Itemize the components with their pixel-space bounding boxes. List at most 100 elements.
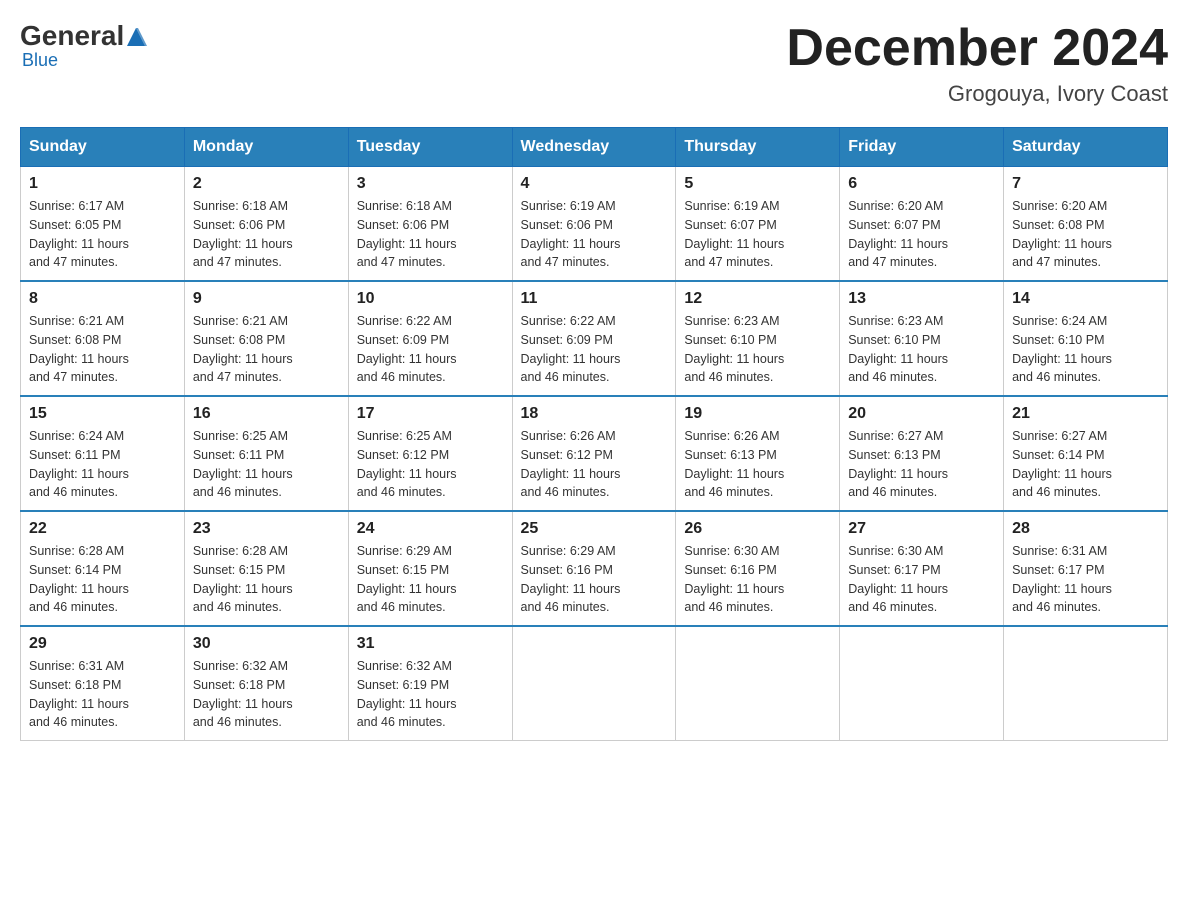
day-info: Sunrise: 6:31 AM Sunset: 6:18 PM Dayligh… bbox=[29, 657, 176, 732]
day-info: Sunrise: 6:23 AM Sunset: 6:10 PM Dayligh… bbox=[848, 312, 995, 387]
header-friday: Friday bbox=[840, 128, 1004, 167]
calendar-cell bbox=[676, 626, 840, 741]
calendar-table: SundayMondayTuesdayWednesdayThursdayFrid… bbox=[20, 127, 1168, 741]
day-number: 16 bbox=[193, 405, 340, 423]
day-info: Sunrise: 6:18 AM Sunset: 6:06 PM Dayligh… bbox=[357, 197, 504, 272]
day-number: 11 bbox=[521, 290, 668, 308]
header-saturday: Saturday bbox=[1004, 128, 1168, 167]
calendar-cell: 27 Sunrise: 6:30 AM Sunset: 6:17 PM Dayl… bbox=[840, 511, 1004, 626]
day-info: Sunrise: 6:26 AM Sunset: 6:12 PM Dayligh… bbox=[521, 427, 668, 502]
day-info: Sunrise: 6:18 AM Sunset: 6:06 PM Dayligh… bbox=[193, 197, 340, 272]
week-row-2: 8 Sunrise: 6:21 AM Sunset: 6:08 PM Dayli… bbox=[21, 281, 1168, 396]
day-info: Sunrise: 6:30 AM Sunset: 6:16 PM Dayligh… bbox=[684, 542, 831, 617]
day-number: 23 bbox=[193, 520, 340, 538]
day-number: 24 bbox=[357, 520, 504, 538]
day-info: Sunrise: 6:21 AM Sunset: 6:08 PM Dayligh… bbox=[193, 312, 340, 387]
day-number: 6 bbox=[848, 175, 995, 193]
calendar-cell: 19 Sunrise: 6:26 AM Sunset: 6:13 PM Dayl… bbox=[676, 396, 840, 511]
calendar-cell bbox=[512, 626, 676, 741]
day-info: Sunrise: 6:20 AM Sunset: 6:07 PM Dayligh… bbox=[848, 197, 995, 272]
calendar-cell: 13 Sunrise: 6:23 AM Sunset: 6:10 PM Dayl… bbox=[840, 281, 1004, 396]
calendar-cell: 14 Sunrise: 6:24 AM Sunset: 6:10 PM Dayl… bbox=[1004, 281, 1168, 396]
calendar-cell: 18 Sunrise: 6:26 AM Sunset: 6:12 PM Dayl… bbox=[512, 396, 676, 511]
location: Grogouya, Ivory Coast bbox=[786, 81, 1168, 107]
calendar-cell: 11 Sunrise: 6:22 AM Sunset: 6:09 PM Dayl… bbox=[512, 281, 676, 396]
calendar-cell: 16 Sunrise: 6:25 AM Sunset: 6:11 PM Dayl… bbox=[184, 396, 348, 511]
day-number: 28 bbox=[1012, 520, 1159, 538]
day-info: Sunrise: 6:25 AM Sunset: 6:12 PM Dayligh… bbox=[357, 427, 504, 502]
calendar-cell: 31 Sunrise: 6:32 AM Sunset: 6:19 PM Dayl… bbox=[348, 626, 512, 741]
page-header: General Blue December 2024 Grogouya, Ivo… bbox=[20, 20, 1168, 107]
day-info: Sunrise: 6:29 AM Sunset: 6:15 PM Dayligh… bbox=[357, 542, 504, 617]
day-info: Sunrise: 6:27 AM Sunset: 6:14 PM Dayligh… bbox=[1012, 427, 1159, 502]
day-info: Sunrise: 6:25 AM Sunset: 6:11 PM Dayligh… bbox=[193, 427, 340, 502]
day-number: 22 bbox=[29, 520, 176, 538]
calendar-cell: 5 Sunrise: 6:19 AM Sunset: 6:07 PM Dayli… bbox=[676, 167, 840, 282]
day-number: 9 bbox=[193, 290, 340, 308]
calendar-cell: 21 Sunrise: 6:27 AM Sunset: 6:14 PM Dayl… bbox=[1004, 396, 1168, 511]
day-number: 7 bbox=[1012, 175, 1159, 193]
header-thursday: Thursday bbox=[676, 128, 840, 167]
calendar-cell: 24 Sunrise: 6:29 AM Sunset: 6:15 PM Dayl… bbox=[348, 511, 512, 626]
calendar-cell: 6 Sunrise: 6:20 AM Sunset: 6:07 PM Dayli… bbox=[840, 167, 1004, 282]
logo-triangle-icon bbox=[125, 26, 147, 46]
day-info: Sunrise: 6:32 AM Sunset: 6:18 PM Dayligh… bbox=[193, 657, 340, 732]
day-number: 10 bbox=[357, 290, 504, 308]
month-title: December 2024 bbox=[786, 20, 1168, 77]
day-number: 15 bbox=[29, 405, 176, 423]
calendar-cell: 29 Sunrise: 6:31 AM Sunset: 6:18 PM Dayl… bbox=[21, 626, 185, 741]
calendar-cell: 22 Sunrise: 6:28 AM Sunset: 6:14 PM Dayl… bbox=[21, 511, 185, 626]
day-info: Sunrise: 6:28 AM Sunset: 6:14 PM Dayligh… bbox=[29, 542, 176, 617]
calendar-cell: 4 Sunrise: 6:19 AM Sunset: 6:06 PM Dayli… bbox=[512, 167, 676, 282]
calendar-header-row: SundayMondayTuesdayWednesdayThursdayFrid… bbox=[21, 128, 1168, 167]
week-row-1: 1 Sunrise: 6:17 AM Sunset: 6:05 PM Dayli… bbox=[21, 167, 1168, 282]
logo-text: General bbox=[20, 20, 148, 52]
day-number: 3 bbox=[357, 175, 504, 193]
calendar-cell: 10 Sunrise: 6:22 AM Sunset: 6:09 PM Dayl… bbox=[348, 281, 512, 396]
day-number: 14 bbox=[1012, 290, 1159, 308]
title-area: December 2024 Grogouya, Ivory Coast bbox=[786, 20, 1168, 107]
day-info: Sunrise: 6:22 AM Sunset: 6:09 PM Dayligh… bbox=[357, 312, 504, 387]
day-number: 29 bbox=[29, 635, 176, 653]
week-row-4: 22 Sunrise: 6:28 AM Sunset: 6:14 PM Dayl… bbox=[21, 511, 1168, 626]
day-info: Sunrise: 6:31 AM Sunset: 6:17 PM Dayligh… bbox=[1012, 542, 1159, 617]
calendar-cell: 1 Sunrise: 6:17 AM Sunset: 6:05 PM Dayli… bbox=[21, 167, 185, 282]
calendar-cell: 9 Sunrise: 6:21 AM Sunset: 6:08 PM Dayli… bbox=[184, 281, 348, 396]
calendar-cell: 2 Sunrise: 6:18 AM Sunset: 6:06 PM Dayli… bbox=[184, 167, 348, 282]
calendar-cell: 26 Sunrise: 6:30 AM Sunset: 6:16 PM Dayl… bbox=[676, 511, 840, 626]
day-info: Sunrise: 6:24 AM Sunset: 6:10 PM Dayligh… bbox=[1012, 312, 1159, 387]
logo-blue: Blue bbox=[22, 50, 58, 71]
day-info: Sunrise: 6:27 AM Sunset: 6:13 PM Dayligh… bbox=[848, 427, 995, 502]
calendar-cell: 12 Sunrise: 6:23 AM Sunset: 6:10 PM Dayl… bbox=[676, 281, 840, 396]
calendar-cell bbox=[840, 626, 1004, 741]
day-number: 4 bbox=[521, 175, 668, 193]
logo: General Blue bbox=[20, 20, 148, 71]
day-number: 2 bbox=[193, 175, 340, 193]
day-info: Sunrise: 6:17 AM Sunset: 6:05 PM Dayligh… bbox=[29, 197, 176, 272]
header-tuesday: Tuesday bbox=[348, 128, 512, 167]
day-info: Sunrise: 6:32 AM Sunset: 6:19 PM Dayligh… bbox=[357, 657, 504, 732]
day-info: Sunrise: 6:28 AM Sunset: 6:15 PM Dayligh… bbox=[193, 542, 340, 617]
calendar-cell: 17 Sunrise: 6:25 AM Sunset: 6:12 PM Dayl… bbox=[348, 396, 512, 511]
header-wednesday: Wednesday bbox=[512, 128, 676, 167]
header-sunday: Sunday bbox=[21, 128, 185, 167]
calendar-cell: 8 Sunrise: 6:21 AM Sunset: 6:08 PM Dayli… bbox=[21, 281, 185, 396]
calendar-cell: 7 Sunrise: 6:20 AM Sunset: 6:08 PM Dayli… bbox=[1004, 167, 1168, 282]
day-info: Sunrise: 6:21 AM Sunset: 6:08 PM Dayligh… bbox=[29, 312, 176, 387]
calendar-cell: 15 Sunrise: 6:24 AM Sunset: 6:11 PM Dayl… bbox=[21, 396, 185, 511]
day-number: 21 bbox=[1012, 405, 1159, 423]
header-monday: Monday bbox=[184, 128, 348, 167]
day-info: Sunrise: 6:19 AM Sunset: 6:07 PM Dayligh… bbox=[684, 197, 831, 272]
day-number: 17 bbox=[357, 405, 504, 423]
calendar-cell: 3 Sunrise: 6:18 AM Sunset: 6:06 PM Dayli… bbox=[348, 167, 512, 282]
day-info: Sunrise: 6:23 AM Sunset: 6:10 PM Dayligh… bbox=[684, 312, 831, 387]
day-number: 8 bbox=[29, 290, 176, 308]
day-number: 27 bbox=[848, 520, 995, 538]
day-number: 12 bbox=[684, 290, 831, 308]
week-row-5: 29 Sunrise: 6:31 AM Sunset: 6:18 PM Dayl… bbox=[21, 626, 1168, 741]
calendar-cell: 23 Sunrise: 6:28 AM Sunset: 6:15 PM Dayl… bbox=[184, 511, 348, 626]
day-info: Sunrise: 6:26 AM Sunset: 6:13 PM Dayligh… bbox=[684, 427, 831, 502]
calendar-cell bbox=[1004, 626, 1168, 741]
logo-general: General bbox=[20, 20, 124, 52]
day-number: 20 bbox=[848, 405, 995, 423]
